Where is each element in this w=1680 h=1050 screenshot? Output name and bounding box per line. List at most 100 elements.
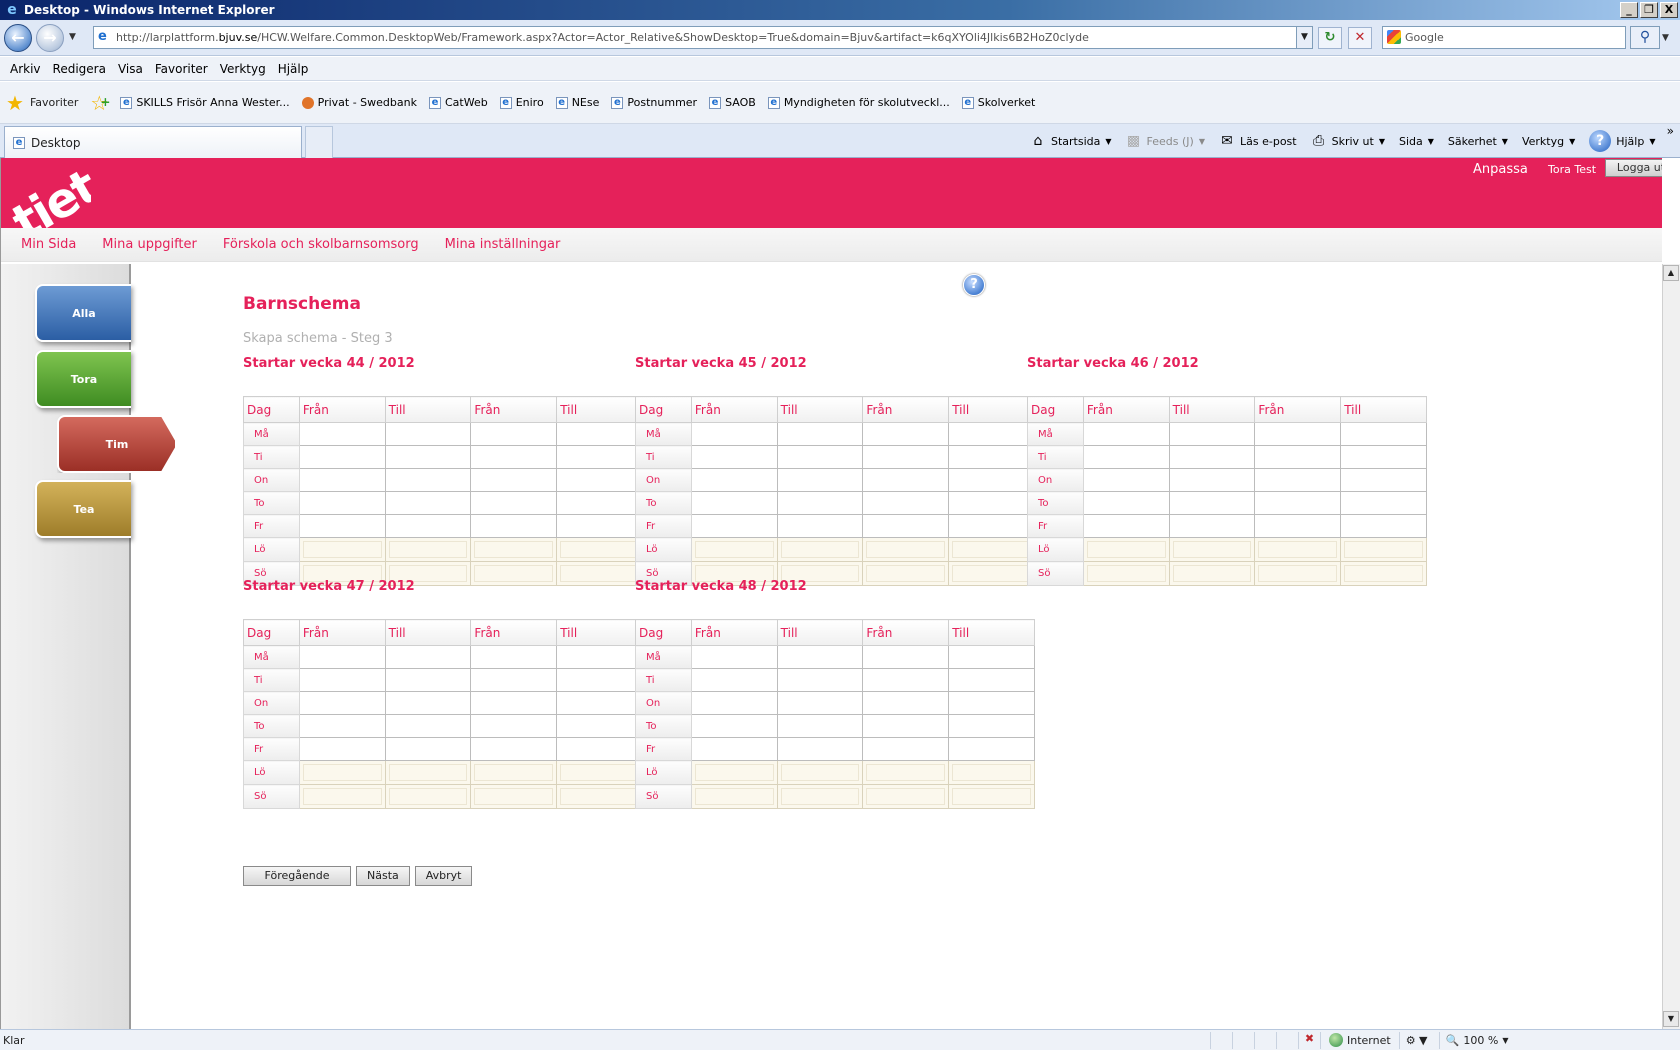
forward-button[interactable]: →: [36, 24, 64, 52]
time-input[interactable]: [948, 714, 1035, 738]
time-input[interactable]: [690, 445, 778, 469]
tools-menu[interactable]: Verktyg ▼: [1522, 135, 1575, 148]
time-input[interactable]: [690, 691, 778, 715]
time-input[interactable]: [690, 468, 778, 492]
time-input[interactable]: [1254, 491, 1342, 515]
time-input[interactable]: [776, 491, 864, 515]
time-input[interactable]: [384, 445, 472, 469]
time-input[interactable]: [948, 491, 1035, 515]
logout-button[interactable]: Logga ut: [1605, 159, 1662, 177]
time-input[interactable]: [776, 468, 864, 492]
time-input[interactable]: [298, 491, 386, 515]
time-input[interactable]: [556, 645, 643, 669]
fav-item-skolverket[interactable]: e Skolverket: [961, 96, 1035, 109]
time-input[interactable]: [384, 691, 472, 715]
time-input[interactable]: [1340, 514, 1427, 538]
time-input[interactable]: [862, 445, 950, 469]
time-input[interactable]: [776, 645, 864, 669]
time-input[interactable]: [298, 668, 386, 692]
back-button[interactable]: ←: [4, 24, 32, 52]
time-input[interactable]: [298, 714, 386, 738]
menu-favoriter[interactable]: Favoriter: [149, 62, 214, 76]
time-input[interactable]: [690, 737, 778, 761]
time-input[interactable]: [470, 714, 558, 738]
child-tab-tea[interactable]: Tea: [35, 480, 131, 538]
time-input[interactable]: [1254, 445, 1342, 469]
menu-visa[interactable]: Visa: [112, 62, 149, 76]
time-input[interactable]: [1168, 491, 1256, 515]
fav-item-eniro[interactable]: e Eniro: [499, 96, 544, 109]
safety-menu[interactable]: Säkerhet ▼: [1448, 135, 1508, 148]
new-tab-button[interactable]: [305, 126, 333, 158]
time-input[interactable]: [470, 422, 558, 446]
time-input[interactable]: [298, 737, 386, 761]
time-input[interactable]: [690, 514, 778, 538]
nav-min-sida[interactable]: Min Sida: [21, 237, 76, 252]
fav-item-nese[interactable]: e NEse: [555, 96, 599, 109]
time-input[interactable]: [690, 491, 778, 515]
time-input[interactable]: [862, 491, 950, 515]
menu-arkiv[interactable]: Arkiv: [4, 62, 47, 76]
time-input[interactable]: [298, 691, 386, 715]
time-input[interactable]: [1254, 514, 1342, 538]
time-input[interactable]: [1168, 468, 1256, 492]
help-menu[interactable]: ? Hjälp ▼: [1589, 130, 1656, 152]
time-input[interactable]: [1168, 514, 1256, 538]
time-input[interactable]: [1340, 468, 1427, 492]
search-icon[interactable]: ⚲: [1630, 26, 1660, 49]
time-input[interactable]: [1254, 468, 1342, 492]
time-input[interactable]: [1254, 422, 1342, 446]
time-input[interactable]: [690, 422, 778, 446]
history-dropdown-icon[interactable]: ▼: [69, 32, 76, 42]
time-input[interactable]: [556, 491, 643, 515]
time-input[interactable]: [556, 714, 643, 738]
time-input[interactable]: [862, 691, 950, 715]
time-input[interactable]: [948, 422, 1035, 446]
time-input[interactable]: [298, 468, 386, 492]
protected-mode-icon[interactable]: ⚙ ▼: [1398, 1031, 1439, 1049]
time-input[interactable]: [776, 691, 864, 715]
time-input[interactable]: [776, 668, 864, 692]
time-input[interactable]: [470, 514, 558, 538]
chevron-more-icon[interactable]: »: [1667, 124, 1674, 138]
print-button[interactable]: ⎙ Skriv ut ▼: [1311, 133, 1385, 149]
security-zone[interactable]: Internet: [1320, 1031, 1399, 1049]
time-input[interactable]: [298, 514, 386, 538]
time-input[interactable]: [556, 691, 643, 715]
time-input[interactable]: [776, 737, 864, 761]
zoom-control[interactable]: 🔍 100 % ▼: [1438, 1031, 1515, 1049]
add-favorite-icon[interactable]: ☆: [90, 91, 110, 115]
time-input[interactable]: [862, 714, 950, 738]
mail-button[interactable]: ✉ Läs e-post: [1219, 133, 1296, 149]
menu-redigera[interactable]: Redigera: [47, 62, 112, 76]
next-button[interactable]: Nästa: [356, 866, 410, 886]
search-options-icon[interactable]: ▼: [1662, 33, 1669, 43]
child-tab-tora[interactable]: Tora: [35, 350, 131, 408]
url-dropdown-icon[interactable]: ▼: [1296, 27, 1312, 48]
help-icon[interactable]: ?: [963, 274, 985, 296]
time-input[interactable]: [556, 668, 643, 692]
time-input[interactable]: [776, 514, 864, 538]
url-input[interactable]: e http://larplattform. bjuv.se/HCW.Welfar…: [93, 26, 1313, 49]
time-input[interactable]: [948, 691, 1035, 715]
time-input[interactable]: [384, 714, 472, 738]
time-input[interactable]: [690, 668, 778, 692]
fav-item-postnummer[interactable]: e Postnummer: [611, 96, 697, 109]
time-input[interactable]: [470, 645, 558, 669]
maximize-button[interactable]: ❐: [1640, 2, 1658, 18]
time-input[interactable]: [1082, 422, 1170, 446]
time-input[interactable]: [1340, 491, 1427, 515]
time-input[interactable]: [948, 645, 1035, 669]
time-input[interactable]: [470, 737, 558, 761]
time-input[interactable]: [298, 645, 386, 669]
search-input[interactable]: Google: [1382, 26, 1626, 49]
time-input[interactable]: [1168, 445, 1256, 469]
tab-desktop[interactable]: e Desktop: [4, 126, 302, 158]
chevron-down-icon[interactable]: ▼: [1379, 137, 1385, 146]
time-input[interactable]: [556, 514, 643, 538]
vertical-scrollbar[interactable]: ▲ ▼: [1662, 264, 1680, 1029]
time-input[interactable]: [556, 422, 643, 446]
time-input[interactable]: [1082, 514, 1170, 538]
time-input[interactable]: [556, 445, 643, 469]
time-input[interactable]: [556, 468, 643, 492]
